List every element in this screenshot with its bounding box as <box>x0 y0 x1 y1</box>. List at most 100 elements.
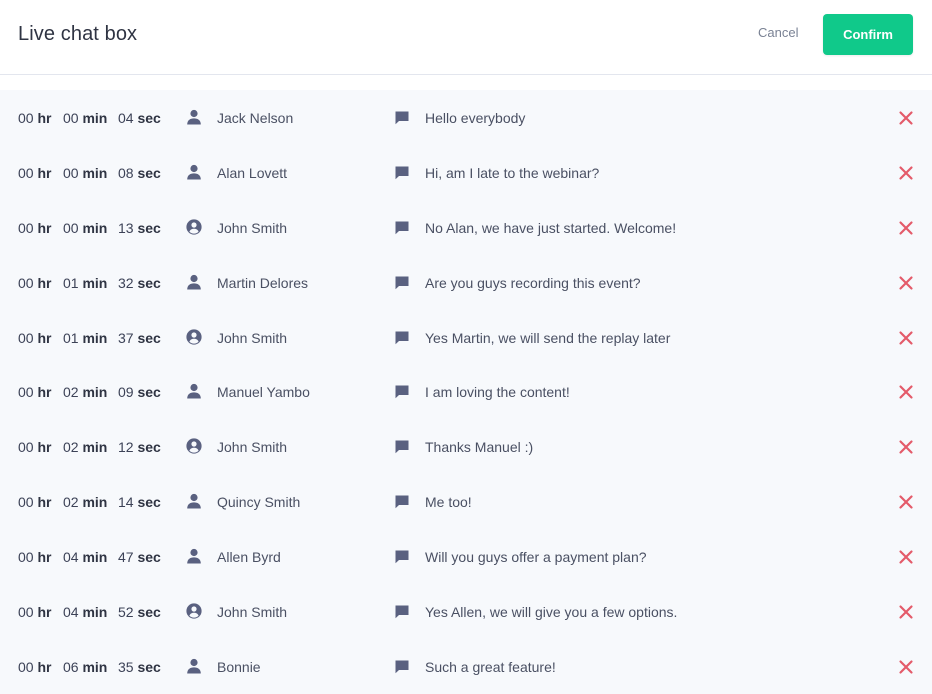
close-x-icon <box>899 605 913 619</box>
sender-name: Jack Nelson <box>217 110 294 126</box>
chat-message-row: 00 hr 01 min 37 sec John Smith Yes Marti… <box>0 310 932 365</box>
timestamp-minutes: 02 min <box>63 439 108 456</box>
timestamp-minutes: 00 min <box>63 164 108 181</box>
delete-message-button[interactable] <box>896 657 916 677</box>
delete-message-button[interactable] <box>896 273 916 293</box>
timestamp-minutes: 04 min <box>63 549 108 566</box>
close-x-icon <box>899 330 913 345</box>
close-x-icon <box>899 221 913 235</box>
timestamp-seconds: 35 sec <box>118 658 161 675</box>
timestamp-hours: 00 hr <box>18 658 52 675</box>
chat-message-row: 00 hr 04 min 47 sec Allen Byrd Will you … <box>0 529 932 584</box>
cancel-button[interactable]: Cancel <box>758 25 798 40</box>
message-text: Hello everybody <box>425 110 526 126</box>
chat-message-row: 00 hr 04 min 52 sec John Smith Yes Allen… <box>0 584 932 639</box>
timestamp-hours: 00 hr <box>18 549 52 566</box>
chat-bubble-icon <box>394 384 410 400</box>
chat-bubble-icon <box>394 330 410 346</box>
timestamp-minutes: 01 min <box>63 329 108 346</box>
sender-name: Quincy Smith <box>217 494 301 511</box>
chat-bubble-icon <box>394 439 410 455</box>
timestamp-minutes: 02 min <box>63 384 108 401</box>
user-circle-icon <box>186 328 202 345</box>
delete-message-button[interactable] <box>896 492 916 512</box>
chat-bubble-icon <box>394 110 410 126</box>
sender-name: Manuel Yambo <box>217 384 310 401</box>
user-icon <box>186 548 202 564</box>
timestamp-minutes: 01 min <box>63 274 108 291</box>
close-x-icon <box>899 111 913 125</box>
timestamp-seconds: 09 sec <box>118 384 161 401</box>
timestamp-seconds: 04 sec <box>118 110 161 126</box>
timestamp-minutes: 00 min <box>63 219 108 236</box>
message-text: I am loving the content! <box>425 384 570 401</box>
chat-message-row: 00 hr 00 min 04 sec Jack Nelson Hello ev… <box>0 90 932 145</box>
message-text: Yes Martin, we will send the replay late… <box>425 329 671 346</box>
user-icon <box>186 164 202 180</box>
chat-message-list[interactable]: 00 hr 00 min 04 sec Jack Nelson Hello ev… <box>0 90 932 694</box>
sender-name: John Smith <box>217 439 288 456</box>
timestamp-seconds: 52 sec <box>118 604 161 621</box>
message-text: Yes Allen, we will give you a few option… <box>425 604 678 621</box>
chat-bubble-icon <box>394 165 410 181</box>
sender-name: John Smith <box>217 329 288 346</box>
timestamp-seconds: 47 sec <box>118 549 161 566</box>
delete-message-button[interactable] <box>896 382 916 402</box>
dialog-header: Live chat box Cancel Confirm <box>0 0 932 75</box>
delete-message-button[interactable] <box>896 328 916 348</box>
chat-message-row: 00 hr 06 min 35 sec Bonnie Such a great … <box>0 639 932 694</box>
chat-message-row: 00 hr 02 min 12 sec John Smith Thanks Ma… <box>0 419 932 474</box>
delete-message-button[interactable] <box>896 108 916 128</box>
message-text: Are you guys recording this event? <box>425 274 641 291</box>
timestamp-hours: 00 hr <box>18 110 52 126</box>
close-x-icon <box>899 385 913 400</box>
dialog-title: Live chat box <box>18 23 138 45</box>
chat-message-row: 00 hr 02 min 14 sec Quincy Smith Me too! <box>0 474 932 529</box>
timestamp-seconds: 12 sec <box>118 439 161 456</box>
user-circle-icon <box>186 438 202 454</box>
timestamp-hours: 00 hr <box>18 439 52 456</box>
message-text: Me too! <box>425 494 472 511</box>
delete-message-button[interactable] <box>896 163 916 183</box>
close-x-icon <box>899 550 913 564</box>
timestamp-hours: 00 hr <box>18 604 52 621</box>
delete-message-button[interactable] <box>896 547 916 567</box>
user-icon <box>186 493 202 509</box>
message-text: No Alan, we have just started. Welcome! <box>425 219 677 236</box>
user-icon <box>186 274 202 290</box>
delete-message-button[interactable] <box>896 602 916 622</box>
timestamp-hours: 00 hr <box>18 219 52 236</box>
close-x-icon <box>899 660 913 674</box>
user-circle-icon <box>186 603 202 619</box>
sender-name: John Smith <box>217 219 288 236</box>
user-circle-icon <box>186 219 202 235</box>
delete-message-button[interactable] <box>896 218 916 238</box>
user-icon <box>186 383 202 399</box>
timestamp-minutes: 02 min <box>63 494 108 511</box>
chat-bubble-icon <box>394 220 410 236</box>
chat-message-row: 00 hr 02 min 09 sec Manuel Yambo I am lo… <box>0 364 932 419</box>
user-icon <box>186 109 202 125</box>
timestamp-hours: 00 hr <box>18 274 52 291</box>
close-x-icon <box>899 276 913 290</box>
chat-bubble-icon <box>394 659 410 675</box>
message-text: Thanks Manuel :) <box>425 439 534 456</box>
chat-bubble-icon <box>394 275 410 291</box>
chat-message-row: 00 hr 00 min 13 sec John Smith No Alan, … <box>0 200 932 255</box>
close-x-icon <box>899 166 913 180</box>
close-x-icon <box>899 440 913 454</box>
sender-name: Bonnie <box>217 658 261 675</box>
confirm-button[interactable]: Confirm <box>823 14 913 55</box>
delete-message-button[interactable] <box>896 437 916 457</box>
chat-bubble-icon <box>394 549 410 565</box>
timestamp-hours: 00 hr <box>18 164 52 181</box>
timestamp-minutes: 06 min <box>63 658 108 675</box>
user-icon <box>186 658 202 674</box>
chat-message-row: 00 hr 00 min 08 sec Alan Lovett Hi, am I… <box>0 145 932 200</box>
timestamp-seconds: 14 sec <box>118 494 161 511</box>
sender-name: Allen Byrd <box>217 549 281 566</box>
chat-bubble-icon <box>394 494 410 510</box>
message-text: Such a great feature! <box>425 658 556 675</box>
timestamp-seconds: 32 sec <box>118 274 161 291</box>
close-x-icon <box>899 495 913 509</box>
